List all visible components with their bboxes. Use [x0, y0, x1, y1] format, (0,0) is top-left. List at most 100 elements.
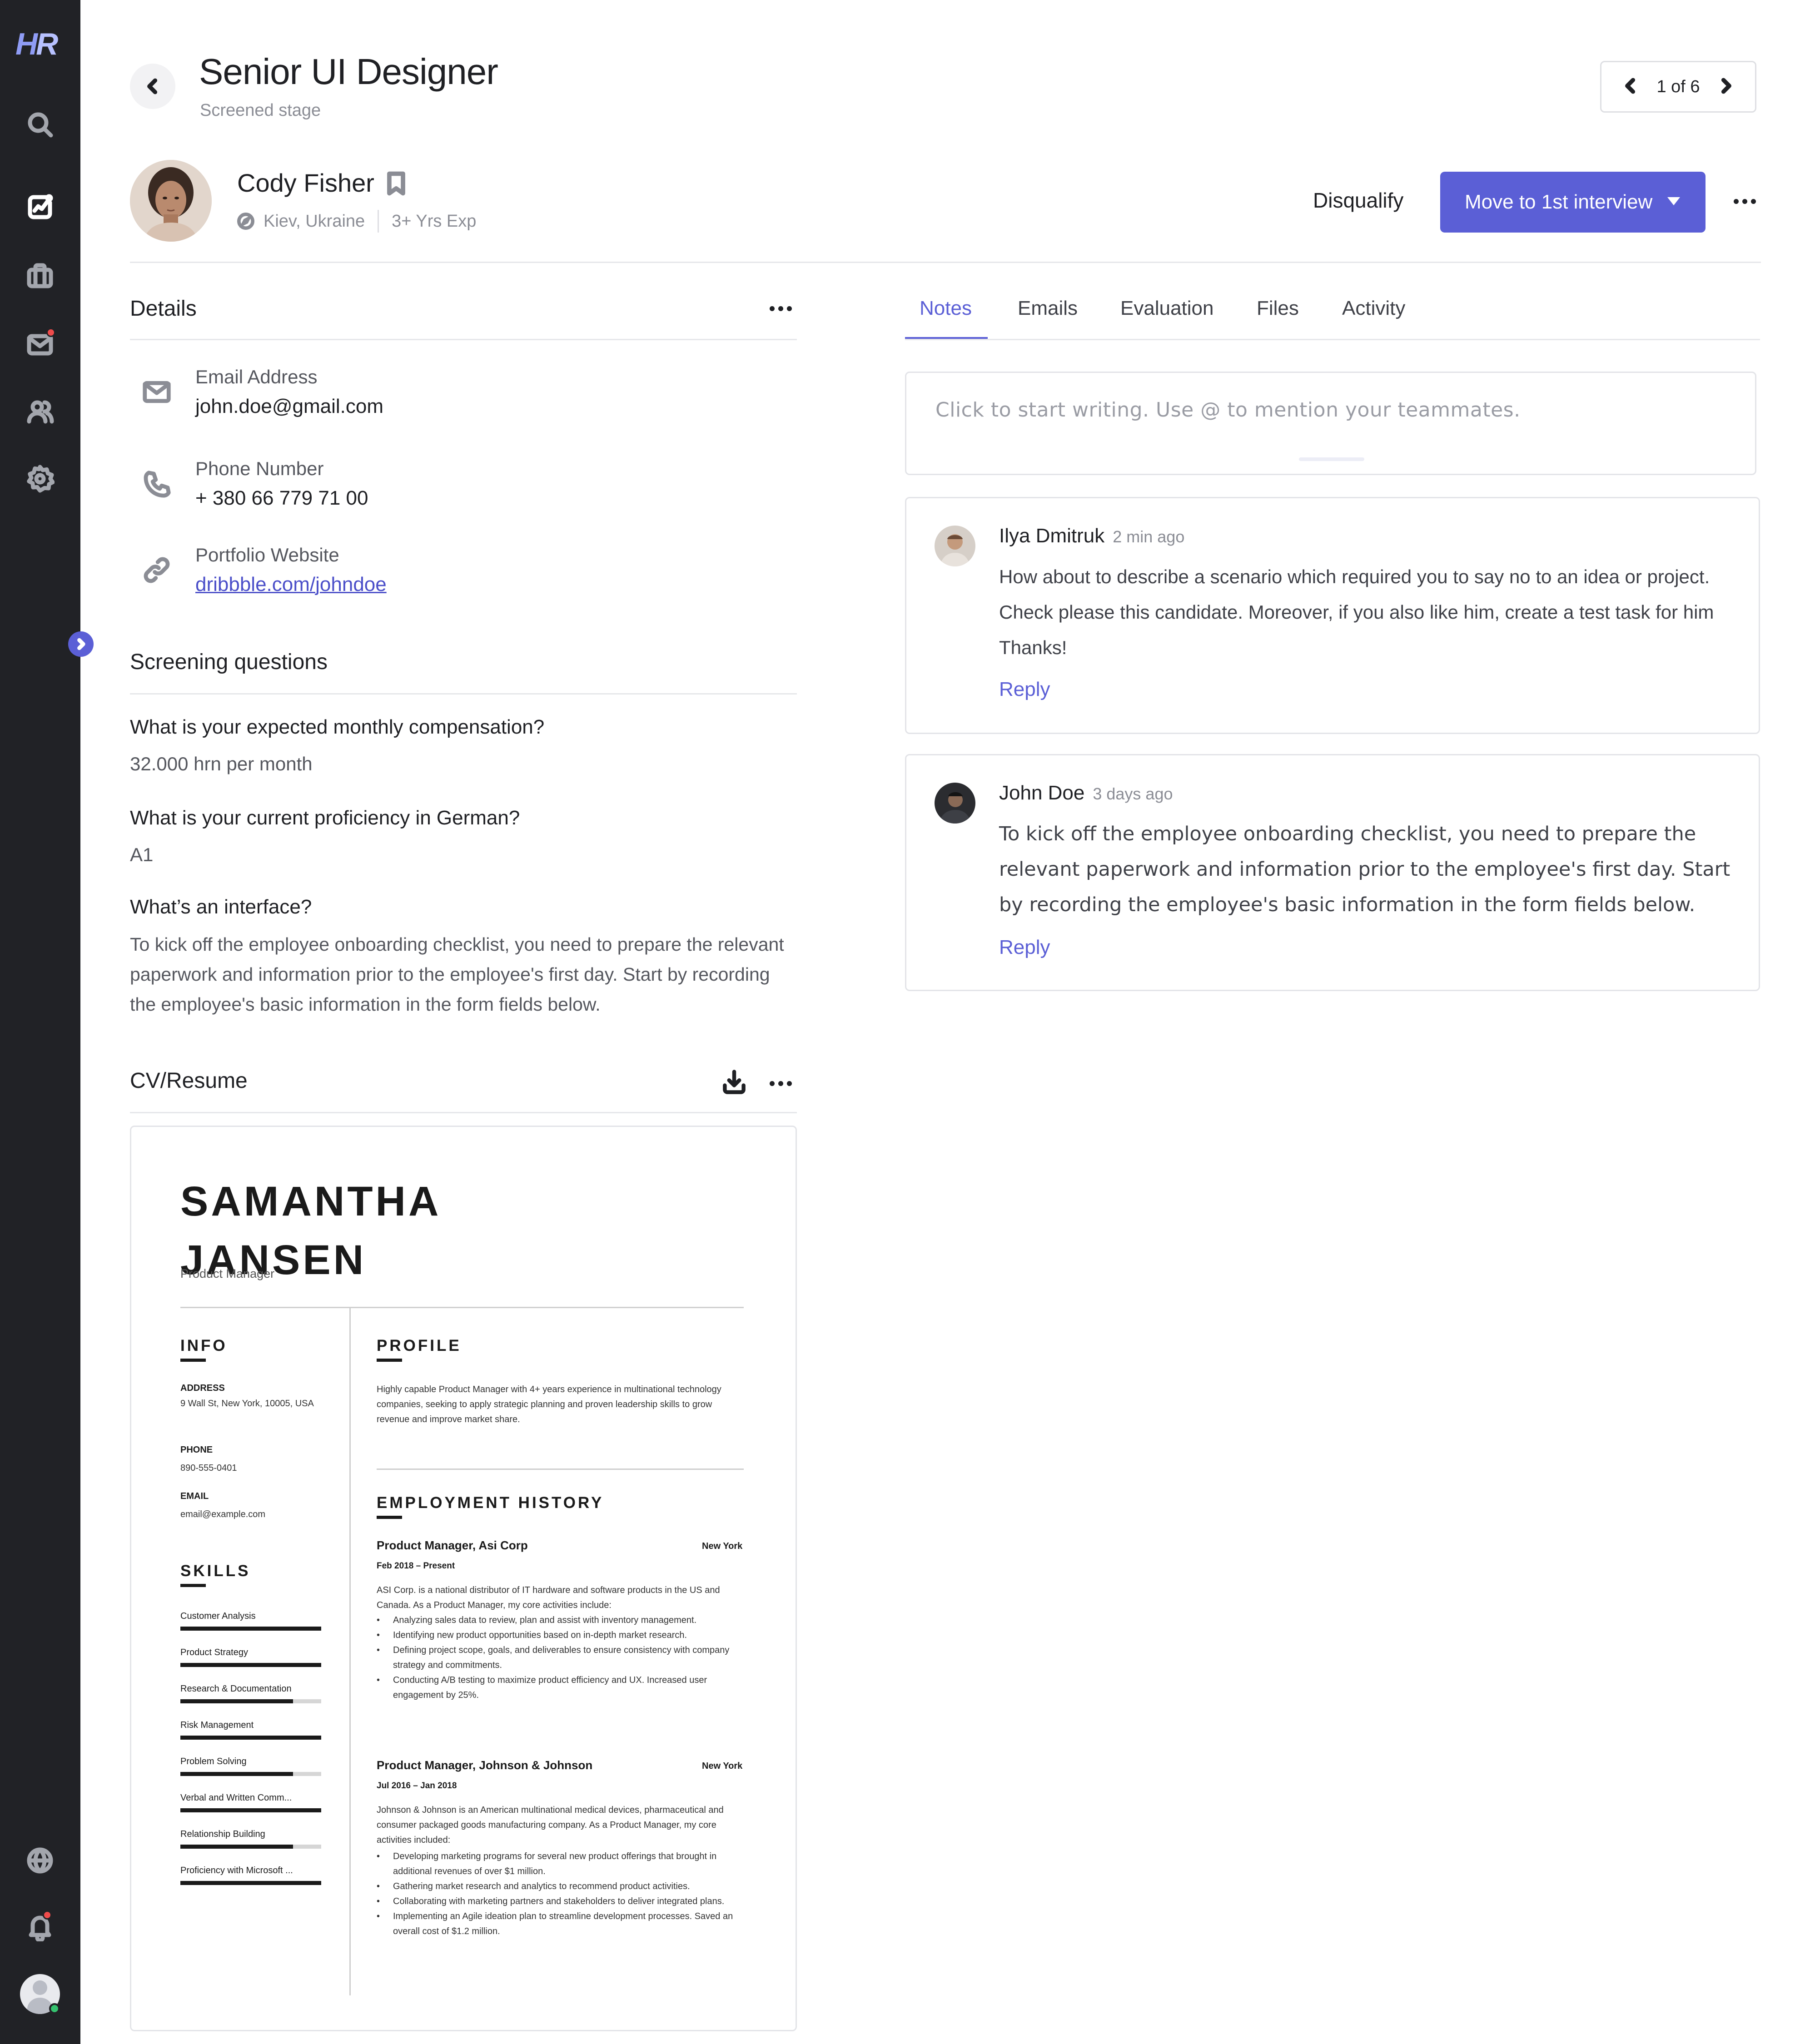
resume-skill-label: Proficiency with Microsoft ... — [180, 1865, 293, 1875]
resume-employment-heading: EMPLOYMENT HISTORY — [377, 1494, 604, 1512]
resume-job-location: New York — [702, 1541, 743, 1551]
resume-bullet: Developing marketing programs for severa… — [377, 1849, 745, 1879]
resume-divider — [377, 1469, 744, 1470]
resume-preview[interactable]: SAMANTHA JANSEN Product Manager INFO ADDR… — [130, 1126, 797, 2031]
tab-evaluation[interactable]: Evaluation — [1120, 297, 1213, 320]
resume-email-value: email@example.com — [180, 1509, 266, 1519]
comment-card: John Doe 3 days ago To kick off the emplo… — [905, 754, 1760, 991]
candidate-name: Cody Fisher — [237, 169, 374, 197]
resume-bullet: Conducting A/B testing to maximize produ… — [377, 1673, 745, 1703]
resume-info-heading: INFO — [180, 1337, 228, 1354]
resume-skills-heading: SKILLS — [180, 1562, 251, 1580]
candidate-meta: Kiev, Ukraine 3+ Yrs Exp — [237, 210, 476, 233]
resume-skill-label: Verbal and Written Comm... — [180, 1793, 292, 1803]
note-placeholder: Click to start writing. Use @ to mention… — [935, 398, 1521, 422]
briefcase-icon[interactable] — [24, 260, 56, 293]
resume-skill-bar-fill — [180, 1772, 293, 1776]
cv-heading: CV/Resume — [130, 1069, 248, 1093]
email-label: Email Address — [195, 366, 318, 387]
resume-skill-label: Problem Solving — [180, 1756, 247, 1766]
reply-link[interactable]: Reply — [999, 678, 1050, 701]
resume-bullet: Implementing an Agile ideation plan to s… — [377, 1909, 745, 1939]
chevron-right-icon — [1721, 78, 1731, 94]
users-icon[interactable] — [24, 395, 56, 428]
disqualify-button[interactable]: Disqualify — [1299, 171, 1417, 230]
resume-skill-label: Relationship Building — [180, 1829, 265, 1839]
mail-icon — [141, 376, 173, 408]
resume-column-divider — [349, 1307, 351, 1995]
tab-emails[interactable]: Emails — [1018, 297, 1078, 320]
resume-skill-bar-fill — [180, 1699, 293, 1703]
tab-files[interactable]: Files — [1257, 297, 1299, 320]
resume-phone-label: PHONE — [180, 1445, 213, 1455]
resume-job-title: Product Manager, Johnson & Johnson — [377, 1758, 593, 1772]
next-candidate-button[interactable] — [1716, 76, 1736, 98]
phone-icon — [141, 469, 173, 501]
resume-job-dates: Feb 2018 – Present — [377, 1561, 455, 1571]
move-stage-label: Move to 1st interview — [1465, 191, 1653, 213]
resume-profile-text: Highly capable Product Manager with 4+ y… — [377, 1384, 721, 1424]
screening-divider — [130, 693, 797, 695]
details-more-icon[interactable] — [770, 306, 792, 311]
resume-skill-bar — [180, 1808, 321, 1812]
bookmark-icon[interactable] — [384, 171, 408, 196]
resume-job-summary: ASI Corp. is a national distributor of I… — [377, 1585, 720, 1610]
email-value: john.doe@gmail.com — [195, 395, 383, 417]
resume-bullet: Identifying new product opportunities ba… — [377, 1628, 745, 1643]
reply-link[interactable]: Reply — [999, 936, 1050, 959]
resume-bullet: Gathering market research and analytics … — [377, 1879, 745, 1894]
move-stage-button[interactable]: Move to 1st interview — [1440, 172, 1706, 233]
meta-divider — [378, 210, 379, 233]
resume-skill-bar-fill — [180, 1808, 321, 1812]
resume-role: Product Manager — [180, 1267, 275, 1280]
download-icon[interactable] — [721, 1068, 748, 1096]
resume-job-dates: Jul 2016 – Jan 2018 — [377, 1781, 457, 1791]
resume-heading-underline — [180, 1359, 206, 1362]
resize-handle[interactable] — [1299, 457, 1364, 461]
sidebar-expand-button[interactable] — [68, 631, 94, 657]
more-options-icon[interactable] — [1734, 199, 1756, 204]
commenter-avatar — [935, 783, 975, 824]
screening-question-3: What’s an interface? — [130, 896, 312, 918]
screening-heading: Screening questions — [130, 650, 328, 674]
tab-activity[interactable]: Activity — [1342, 297, 1405, 320]
screening-question-2: What is your current proficiency in Germ… — [130, 807, 520, 829]
portfolio-link[interactable]: dribbble.com/johndoe — [195, 573, 387, 596]
page-title: Senior UI Designer — [199, 51, 498, 92]
page-subtitle: Screened stage — [200, 101, 321, 120]
resume-profile-heading: PROFILE — [377, 1337, 462, 1354]
resume-skill-bar — [180, 1772, 321, 1776]
header-divider — [130, 262, 1761, 263]
gear-icon[interactable] — [24, 462, 56, 495]
sidebar: HR — [0, 0, 80, 2044]
bell-notification-dot — [43, 1910, 52, 1920]
resume-email-label: EMAIL — [180, 1491, 209, 1501]
globe-icon[interactable] — [24, 1844, 56, 1877]
chevron-left-icon — [1625, 78, 1636, 94]
note-editor[interactable]: Click to start writing. Use @ to mention… — [905, 372, 1756, 475]
analytics-icon[interactable] — [24, 191, 56, 223]
resume-job-bullets: Developing marketing programs for severa… — [377, 1849, 745, 1939]
tab-notes[interactable]: Notes — [920, 297, 972, 320]
app-logo[interactable]: HR — [15, 26, 58, 62]
resume-phone-value: 890-555-0401 — [180, 1463, 237, 1473]
candidate-pager: 1 of 6 — [1600, 61, 1756, 113]
screening-answer-3: To kick off the employee onboarding chec… — [130, 934, 784, 1015]
resume-heading-underline — [377, 1359, 402, 1362]
resume-address-value: 9 Wall St, New York, 10005, USA — [180, 1399, 314, 1409]
caret-down-icon[interactable] — [1667, 197, 1680, 205]
previous-candidate-button[interactable] — [1621, 76, 1641, 98]
candidate-location: Kiev, Ukraine — [264, 211, 365, 231]
screening-answer-1: 32.000 hrn per month — [130, 753, 313, 774]
resume-skill-bar — [180, 1881, 321, 1885]
cv-more-icon[interactable] — [770, 1081, 792, 1086]
back-button[interactable] — [130, 64, 175, 109]
phone-value: + 380 66 779 71 00 — [195, 487, 368, 509]
portfolio-label: Portfolio Website — [195, 544, 339, 566]
resume-skill-bar-fill — [180, 1663, 321, 1667]
resume-skill-label: Risk Management — [180, 1720, 254, 1730]
details-divider — [130, 339, 797, 340]
search-icon[interactable] — [24, 108, 56, 141]
comment-author: John Doe 3 days ago — [999, 782, 1173, 804]
resume-skill-bar-fill — [180, 1845, 293, 1849]
